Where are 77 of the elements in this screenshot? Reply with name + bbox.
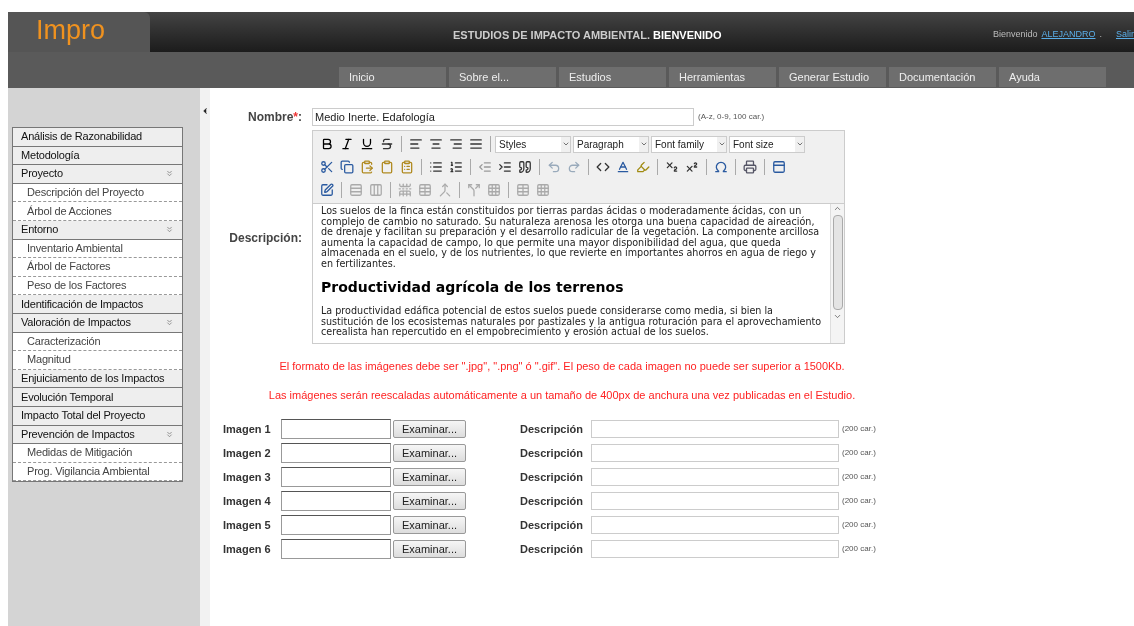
description-field[interactable] [591,444,839,462]
browse-button[interactable]: Examinar... [393,420,466,438]
nav-tab[interactable]: Documentación [889,67,996,87]
description-label: Descripción [520,469,584,485]
browse-button[interactable]: Examinar... [393,468,466,486]
sidebar-item[interactable]: Identificación de Impactos [13,295,182,314]
char-limit-hint: (200 car.) [842,495,876,507]
editor-heading: Productividad agrícola de los terrenos [321,278,625,297]
file-field[interactable] [281,491,391,511]
welcome-text: Bienvenido [992,28,1038,42]
description-label: Descripción [520,493,584,509]
image-label: Imagen 2 [223,445,272,461]
nav-tab[interactable]: Generar Estudio [779,67,886,87]
editor-paragraph: La productividad edáfica potencial de estos suelos puede considerarse como media, si bien la sustitución de los ecosistemas naturales por pastizales y la antigua roturación para el aprovechamiento cerealista han repercutido en el empobrecimiento y erosión actual de los suelos. [321,306,822,338]
file-field[interactable] [281,467,391,487]
collapse-icon[interactable] [200,106,210,116]
image-label: Imagen 1 [223,421,272,437]
caret-icon [795,140,804,148]
browse-button[interactable]: Examinar... [393,444,466,462]
logout-link[interactable]: Salir [1116,28,1134,42]
format-note: Las imágenes serán reescaladas automáticamente a un tamaño de 400px de anchura una vez publicadas en el Estudio. [268,387,856,403]
char-limit-hint: (200 car.) [842,543,876,555]
file-field[interactable] [281,443,391,463]
scroll-down-icon[interactable] [833,312,842,321]
nav-tab[interactable]: Ayuda [999,67,1106,87]
dropdown-select[interactable]: Font size [729,135,805,153]
name-hint: (A-z, 0-9, 100 car.) [698,111,765,123]
header-title: ESTUDIOS DE IMPACTO AMBIENTAL. BIENVENIDO [453,27,722,43]
dropdown-select[interactable]: Styles [495,135,571,153]
sidebar-item[interactable]: Proyecto [13,165,182,184]
sidebar-item[interactable]: Evolución Temporal [13,388,182,407]
caret-icon [561,140,570,148]
scrollbar[interactable] [830,204,844,343]
nav-tab[interactable]: Inicio [339,67,446,87]
browse-button[interactable]: Examinar... [393,516,466,534]
description-field[interactable] [591,516,839,534]
image-label: Imagen 6 [223,541,272,557]
image-label: Imagen 3 [223,469,272,485]
description-label: Descripción [520,421,584,437]
description-label: Descripción [520,541,584,557]
sidebar-item[interactable]: Análisis de Razonabilidad [13,128,182,147]
sidebar-subitem[interactable]: Árbol de Factores [13,258,182,277]
char-limit-hint: (200 car.) [842,423,876,435]
browse-button[interactable]: Examinar... [393,540,466,558]
caret-icon [639,140,648,148]
file-field[interactable] [281,539,391,559]
nav-tab[interactable]: Herramientas [669,67,776,87]
char-limit-hint: (200 car.) [842,471,876,483]
description-field[interactable] [591,492,839,510]
description-field[interactable] [591,540,839,558]
file-field[interactable] [281,515,391,535]
nav-tab[interactable]: Estudios [559,67,666,87]
sidebar-subitem[interactable]: Árbol de Acciones [13,202,182,221]
file-field[interactable] [281,419,391,439]
description-label: Descripción: [229,231,302,245]
browse-button[interactable]: Examinar... [393,492,466,510]
description-label: Descripción [520,445,584,461]
sidebar-item[interactable]: Enjuiciamento de los Impactos [13,369,182,389]
punctuation: . [1099,28,1102,42]
image-label: Imagen 5 [223,517,272,533]
description-field[interactable] [591,420,839,438]
name-field[interactable]: Medio Inerte. Edafología [312,108,694,126]
dropdown-select[interactable]: Font family [651,135,727,153]
char-limit-hint: (200 car.) [842,519,876,531]
image-label: Imagen 4 [223,493,272,509]
format-note: El formato de las imágenes debe ser ".jpg", ".png" ó ".gif". El peso de cada imagen no puede ser superior a 1500Kb. [279,359,845,374]
caret-icon [717,140,726,148]
nav-tab[interactable]: Sobre el... [449,67,556,87]
dropdown-select[interactable]: Paragraph [573,135,649,153]
name-label: Nombre*: [248,110,302,124]
sidebar-item[interactable]: Entorno [13,220,182,240]
description-field[interactable] [591,468,839,486]
scroll-up-icon[interactable] [833,204,842,213]
char-limit-hint: (200 car.) [842,447,876,459]
description-label: Descripción [520,517,584,533]
user-link[interactable]: ALEJANDRO [1041,28,1096,42]
editor-paragraph: Los suelos de la finca están constituidos por tierras pardas ácidas o moderadamente ácidas, con un complejo de cambio no saturado. Su naturaleza arenosa les otorga una buena capacidad de aireación, de drenaje y facilitan su preparación y el desarrollo radicular de la vegetación. La componente arcillosa aumenta la capacidad de campo, lo que permite una mayor disponibilidad del agua, que queda almacenada en el suelo, y de los nutrientes, lo que revierte en importantes ahorros en agua de riego y en fertilizantes. [321,206,821,269]
